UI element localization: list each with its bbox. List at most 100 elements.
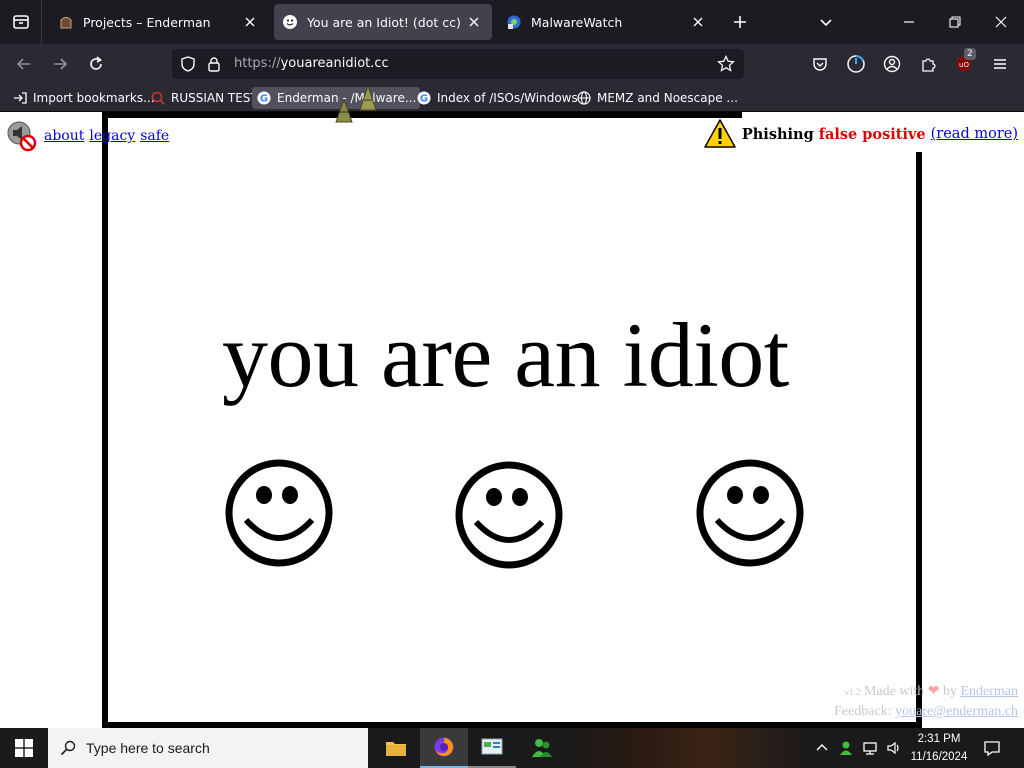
taskbar-users-app[interactable]	[518, 728, 566, 768]
new-tab-button[interactable]	[728, 10, 752, 34]
svg-text:G: G	[420, 94, 428, 105]
magnifier-icon	[150, 90, 166, 106]
ublock-button[interactable]: uO 2	[950, 48, 978, 78]
extension-badge: 2	[964, 48, 976, 60]
pocket-button[interactable]	[806, 50, 834, 78]
close-icon	[995, 16, 1007, 28]
popup-window-frame: you are an idiot	[102, 112, 922, 728]
puzzle-icon	[922, 58, 936, 72]
smiley-face-icon	[225, 459, 333, 567]
legacy-link[interactable]: legacy	[89, 128, 135, 144]
firefox-view-button[interactable]	[0, 0, 42, 44]
tray-network[interactable]	[858, 736, 882, 760]
bookmark-index-isos[interactable]: G Index of /ISOs/Windows	[412, 87, 582, 109]
frame-border-right	[916, 152, 922, 728]
tab-title: MalwareWatch	[531, 14, 623, 30]
account-button[interactable]	[878, 50, 906, 78]
safe-link[interactable]: safe	[140, 128, 169, 144]
muted-speaker-icon[interactable]	[6, 120, 38, 152]
tab-malwarewatch[interactable]: MalwareWatch	[498, 4, 716, 40]
restore-icon	[949, 16, 961, 28]
frame-border-left	[102, 112, 108, 728]
reload-button[interactable]	[82, 50, 110, 78]
tab-projects-enderman[interactable]: Projects – Enderman	[50, 4, 268, 40]
url-scheme: https://	[234, 56, 281, 71]
tray-user-app[interactable]	[834, 736, 858, 760]
bookmark-memz[interactable]: MEMZ and Noescape ...	[572, 87, 742, 109]
taskbar-control-panel[interactable]	[468, 728, 516, 768]
arrow-left-icon	[16, 58, 30, 70]
address-bar[interactable]: https://youareanidiot.cc	[172, 49, 744, 79]
firefox-view-icon	[12, 15, 29, 29]
folder-icon	[386, 742, 406, 756]
by-label: by	[942, 684, 957, 699]
bookmark-russian-test[interactable]: RUSSIAN TEST	[146, 87, 262, 109]
reload-icon	[90, 56, 102, 70]
show-hidden-icons-button[interactable]	[810, 736, 834, 760]
extensions-button[interactable]	[914, 50, 942, 78]
timer-extension-button[interactable]	[842, 50, 870, 78]
pocket-icon	[813, 58, 827, 71]
back-button[interactable]	[10, 50, 38, 78]
heart-icon: ❤	[927, 684, 940, 699]
web-page: you are an idiot about legacy safe Phish…	[0, 112, 1024, 728]
start-button[interactable]	[0, 728, 48, 768]
google-icon: G	[256, 90, 272, 106]
bookmark-import[interactable]: Import bookmarks...	[8, 87, 159, 109]
warning-icon	[704, 119, 736, 148]
pinecone-cursor-icon	[335, 84, 377, 123]
made-with-label: Made with	[863, 684, 925, 699]
feedback-label: Feedback:	[834, 704, 892, 719]
lock-icon[interactable]	[204, 54, 224, 74]
read-more-link[interactable]: (read more)	[931, 126, 1018, 142]
clock-date: 11/16/2024	[910, 751, 968, 763]
taskbar-clock[interactable]: 2:31 PM 11/16/2024	[906, 730, 972, 766]
import-icon	[12, 90, 28, 106]
bookmark-star-icon[interactable]	[716, 54, 736, 74]
footer-feedback-line: Feedback: youare@enderman.ch	[834, 702, 1018, 721]
version-label: v1.2	[844, 687, 861, 697]
close-tab-icon[interactable]	[464, 12, 484, 32]
author-link[interactable]: Enderman	[960, 684, 1018, 699]
search-placeholder: Type here to search	[86, 740, 210, 756]
bookmark-label: Import bookmarks...	[33, 91, 155, 105]
tab-title: Projects – Enderman	[83, 14, 211, 30]
restore-button[interactable]	[932, 0, 978, 44]
taskbar-file-explorer[interactable]	[372, 728, 420, 768]
minimize-button[interactable]	[886, 0, 932, 44]
about-link[interactable]: about	[44, 128, 84, 144]
windows-taskbar: Type here to search 2:31 PM 11/16/2024	[0, 728, 1024, 768]
list-all-tabs-button[interactable]	[814, 10, 838, 34]
windows-logo-icon	[15, 739, 33, 757]
globe-icon	[576, 90, 592, 106]
user-green-icon	[840, 741, 852, 755]
feedback-email-link[interactable]: youare@enderman.ch	[895, 704, 1018, 719]
tab-you-are-an-idiot[interactable]: You are an Idiot! (dot cc)	[274, 4, 492, 40]
smiley-favicon-icon	[282, 14, 298, 30]
firefox-icon	[434, 737, 454, 757]
google-icon: G	[416, 90, 432, 106]
enderman-favicon-icon	[58, 14, 74, 30]
close-window-button[interactable]	[978, 0, 1024, 44]
account-icon	[883, 55, 901, 73]
page-footer: v1.2 Made with ❤ by Enderman Feedback: y…	[834, 682, 1018, 721]
tab-title: You are an Idiot! (dot cc)	[307, 14, 461, 30]
close-tab-icon[interactable]	[688, 12, 708, 32]
plus-icon	[734, 16, 746, 28]
taskbar-search-box[interactable]: Type here to search	[48, 728, 368, 768]
taskbar-firefox[interactable]	[420, 728, 468, 768]
tray-volume[interactable]	[882, 736, 906, 760]
chevron-up-icon	[816, 744, 828, 751]
shield-icon[interactable]	[178, 54, 198, 74]
bookmark-label: RUSSIAN TEST	[171, 91, 258, 105]
app-menu-button[interactable]	[986, 50, 1014, 78]
bookmark-label: Index of /ISOs/Windows	[437, 91, 578, 105]
notifications-button[interactable]	[980, 736, 1004, 760]
malwarewatch-favicon-icon	[506, 14, 522, 30]
arrow-right-icon	[54, 58, 68, 70]
footer-credit-line: v1.2 Made with ❤ by Enderman	[834, 682, 1018, 702]
svg-text:uO: uO	[959, 61, 969, 69]
forward-button[interactable]	[46, 50, 74, 78]
close-tab-icon[interactable]	[240, 12, 260, 32]
frame-border-top	[102, 112, 742, 118]
